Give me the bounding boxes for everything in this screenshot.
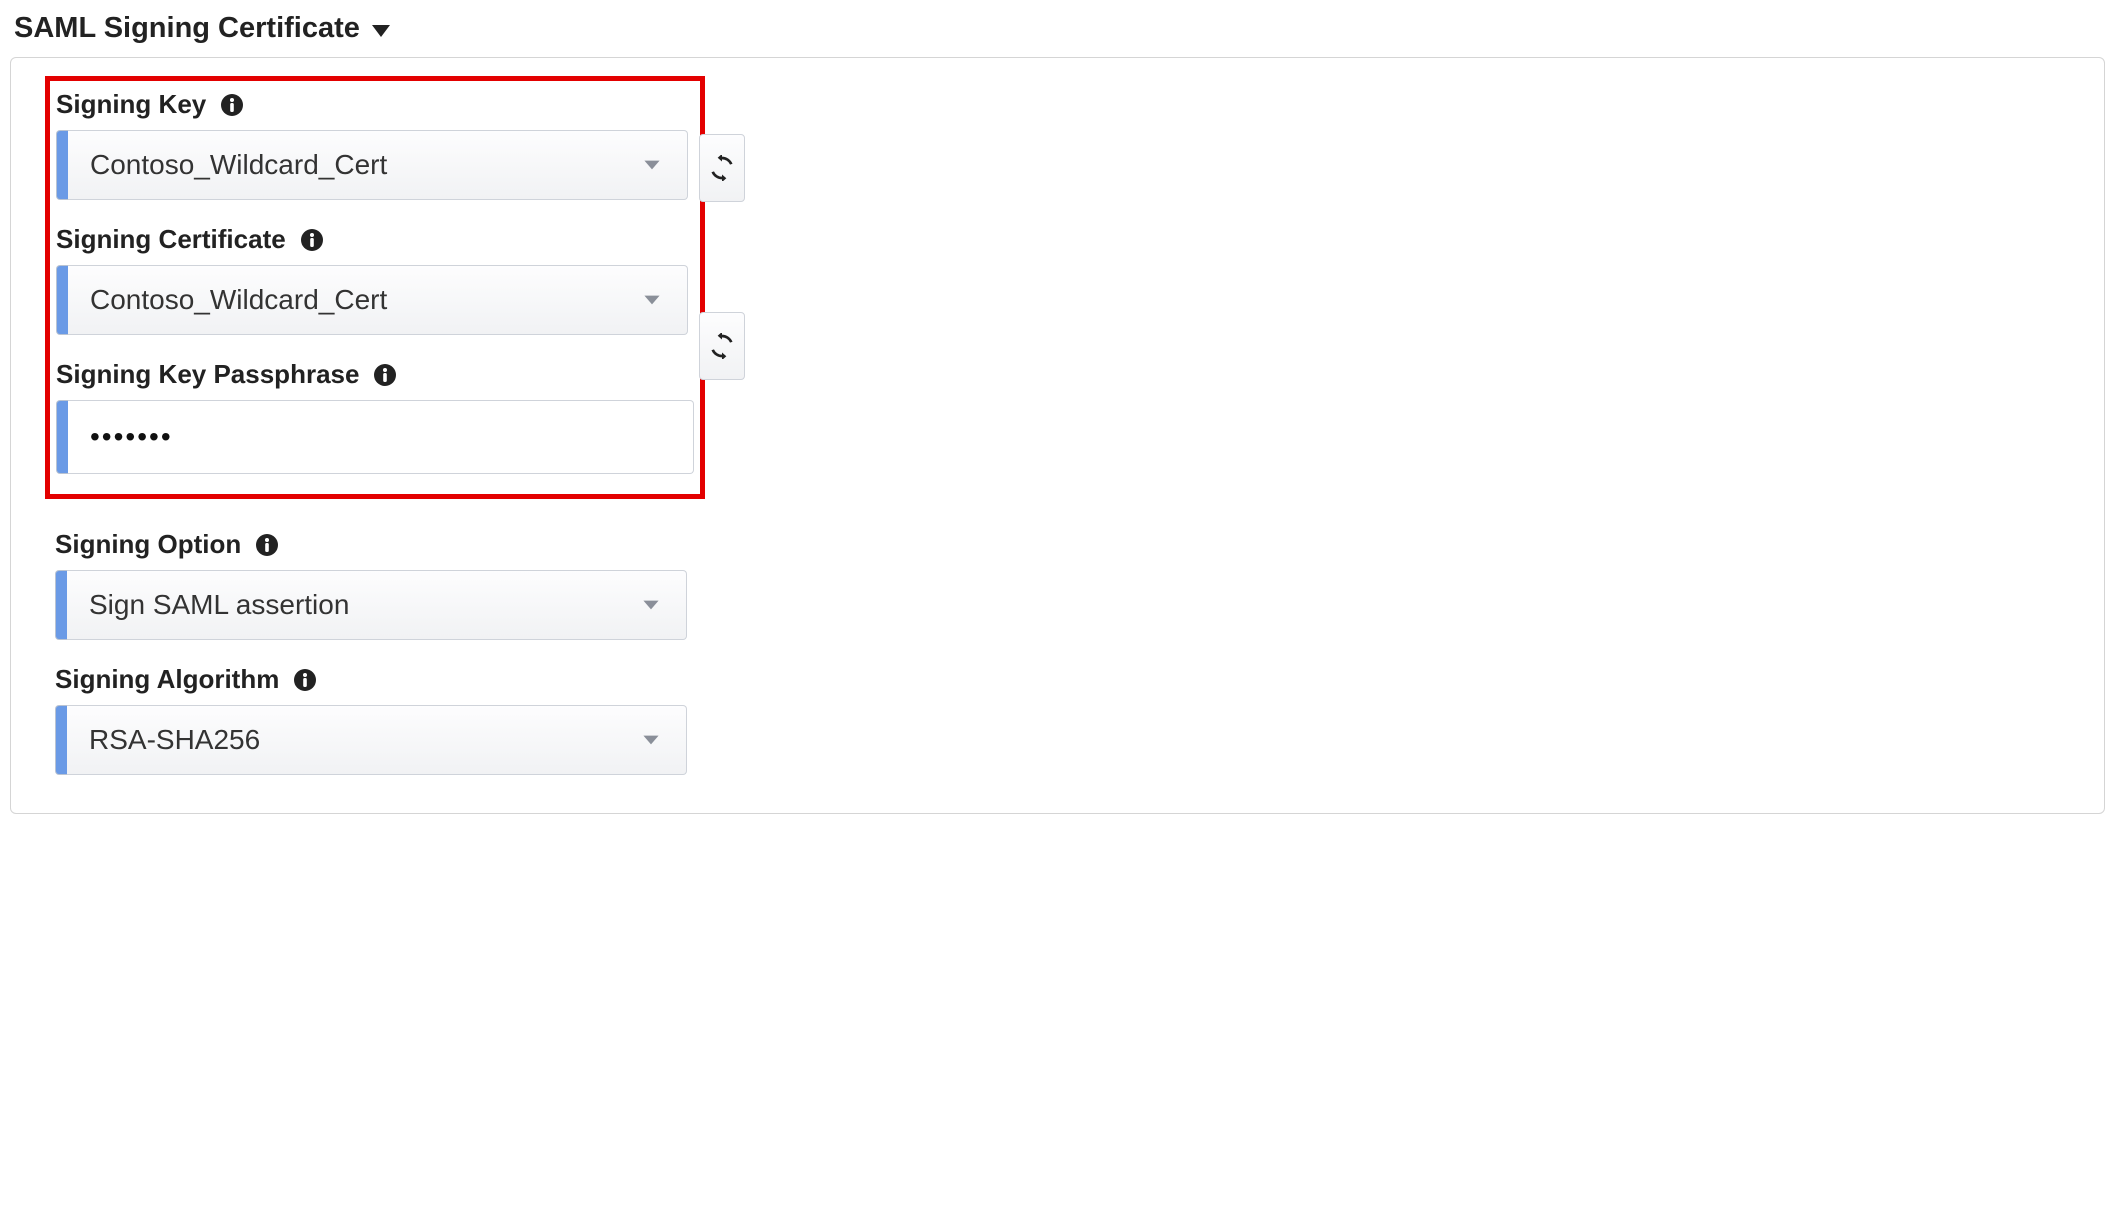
signing-option-label: Signing Option xyxy=(55,529,241,560)
info-icon[interactable] xyxy=(220,93,244,117)
accent-bar xyxy=(56,130,68,200)
signing-algo-select[interactable]: RSA-SHA256 xyxy=(67,705,687,775)
passphrase-label: Signing Key Passphrase xyxy=(56,359,359,390)
signing-algo-group: Signing Algorithm RSA-SHA256 xyxy=(55,664,2060,775)
signing-option-group: Signing Option Sign SAML assertion xyxy=(55,529,2060,640)
section-title-text: SAML Signing Certificate xyxy=(14,12,360,45)
info-icon[interactable] xyxy=(300,228,324,252)
signing-cert-select[interactable]: Contoso_Wildcard_Cert xyxy=(68,265,688,335)
signing-key-label: Signing Key xyxy=(56,89,206,120)
accent-bar xyxy=(55,570,67,640)
signing-key-select[interactable]: Contoso_Wildcard_Cert xyxy=(68,130,688,200)
section-header[interactable]: SAML Signing Certificate xyxy=(10,10,2105,51)
signing-cert-label: Signing Certificate xyxy=(56,224,286,255)
caret-down-icon xyxy=(372,25,390,37)
signing-key-group: Signing Key Contoso_Wildcard_Cert xyxy=(56,89,694,200)
accent-bar xyxy=(56,400,68,474)
signing-algo-value: RSA-SHA256 xyxy=(89,724,260,756)
accent-bar xyxy=(56,265,68,335)
saml-signing-panel: Signing Key Contoso_Wildcard_Cert xyxy=(10,57,2105,814)
chevron-down-icon xyxy=(638,592,664,618)
chevron-down-icon xyxy=(638,727,664,753)
info-icon[interactable] xyxy=(373,363,397,387)
info-icon[interactable] xyxy=(293,668,317,692)
signing-option-value: Sign SAML assertion xyxy=(89,589,349,621)
refresh-icon xyxy=(709,155,735,181)
info-icon[interactable] xyxy=(255,533,279,557)
refresh-icon xyxy=(709,333,735,359)
signing-cert-group: Signing Certificate Contoso_Wildcard_Cer… xyxy=(56,224,694,335)
chevron-down-icon xyxy=(639,287,665,313)
signing-key-value: Contoso_Wildcard_Cert xyxy=(90,149,387,181)
accent-bar xyxy=(55,705,67,775)
refresh-signing-cert-button[interactable] xyxy=(699,312,745,380)
signing-algo-label: Signing Algorithm xyxy=(55,664,279,695)
passphrase-group: Signing Key Passphrase xyxy=(56,359,694,470)
refresh-signing-key-button[interactable] xyxy=(699,134,745,202)
passphrase-input[interactable] xyxy=(68,400,694,474)
signing-cert-value: Contoso_Wildcard_Cert xyxy=(90,284,387,316)
signing-option-select[interactable]: Sign SAML assertion xyxy=(67,570,687,640)
highlight-box: Signing Key Contoso_Wildcard_Cert xyxy=(45,76,705,499)
chevron-down-icon xyxy=(639,152,665,178)
